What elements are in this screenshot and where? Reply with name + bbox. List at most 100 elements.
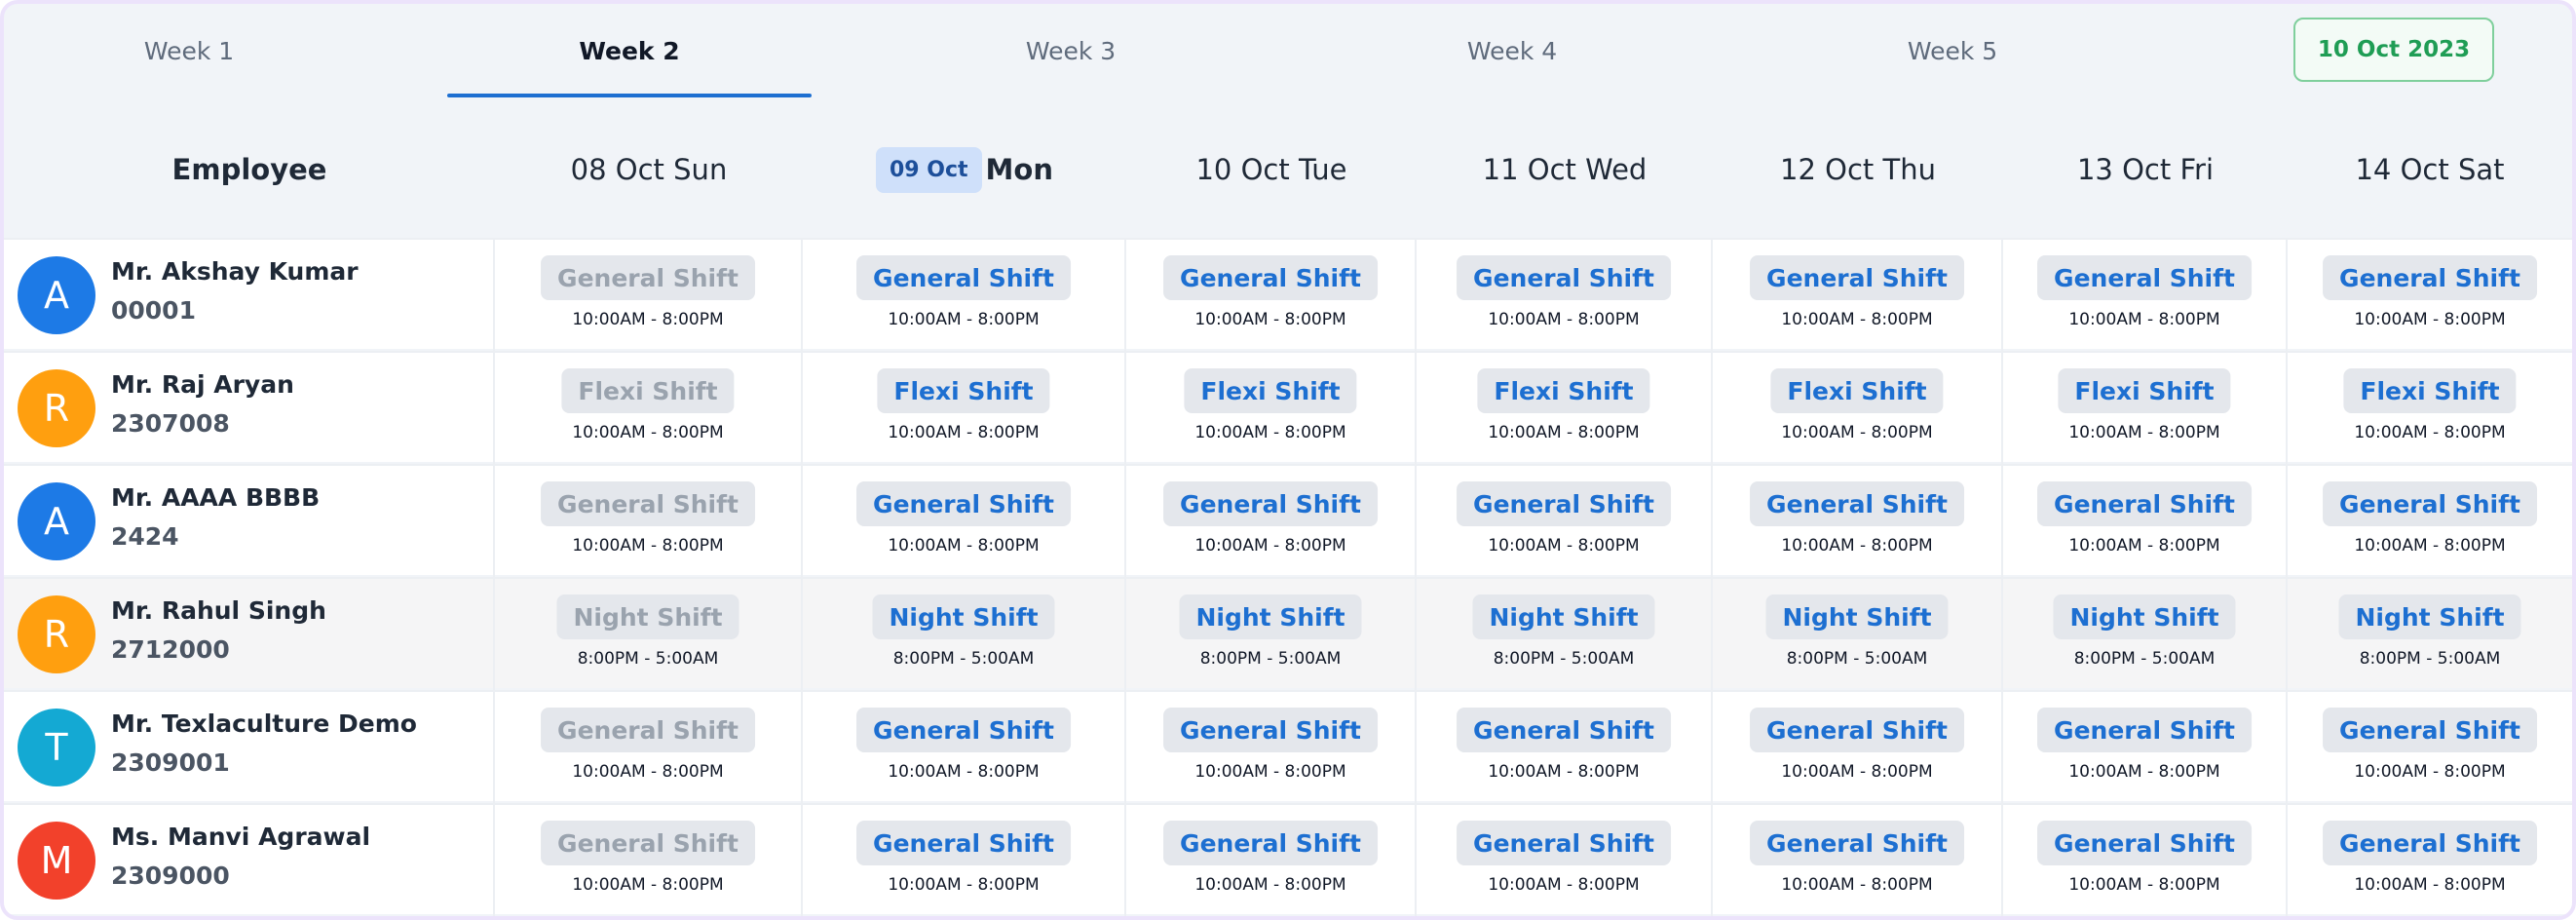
shift-chip[interactable]: General Shift: [2323, 481, 2537, 526]
shift-cell[interactable]: Night Shift 8:00PM - 5:00AM: [2288, 579, 2572, 690]
shift-cell[interactable]: General Shift 10:00AM - 8:00PM: [2288, 240, 2572, 351]
tab-week-2[interactable]: Week 2: [447, 4, 812, 97]
shift-chip[interactable]: General Shift: [856, 481, 1071, 526]
shift-cell[interactable]: General Shift 10:00AM - 8:00PM: [2003, 240, 2288, 351]
shift-chip[interactable]: General Shift: [541, 821, 755, 865]
shift-chip[interactable]: Night Shift: [556, 594, 739, 639]
shift-cell[interactable]: General Shift 10:00AM - 8:00PM: [1713, 805, 2003, 916]
shift-cell[interactable]: General Shift 10:00AM - 8:00PM: [803, 805, 1126, 916]
shift-cell[interactable]: General Shift 10:00AM - 8:00PM: [1126, 692, 1417, 803]
shift-chip[interactable]: General Shift: [1457, 481, 1671, 526]
shift-chip[interactable]: Flexi Shift: [2343, 368, 2517, 413]
today-date-button[interactable]: 10 Oct 2023: [2293, 18, 2494, 82]
employee-cell[interactable]: T Mr. Texlaculture Demo 2309001: [4, 692, 495, 803]
employee-cell[interactable]: M Ms. Manvi Agrawal 2309000: [4, 805, 495, 916]
shift-cell[interactable]: General Shift 10:00AM - 8:00PM: [803, 692, 1126, 803]
shift-cell[interactable]: General Shift 10:00AM - 8:00PM: [2288, 805, 2572, 916]
shift-chip[interactable]: General Shift: [1750, 821, 1964, 865]
shift-cell[interactable]: General Shift 10:00AM - 8:00PM: [495, 466, 803, 577]
shift-chip[interactable]: General Shift: [2323, 255, 2537, 300]
shift-chip[interactable]: General Shift: [1163, 821, 1378, 865]
shift-cell[interactable]: Night Shift 8:00PM - 5:00AM: [1126, 579, 1417, 690]
employee-code: 2307008: [111, 409, 230, 438]
shift-cell[interactable]: Flexi Shift 10:00AM - 8:00PM: [2288, 353, 2572, 464]
shift-cell[interactable]: Flexi Shift 10:00AM - 8:00PM: [1126, 353, 1417, 464]
tab-week-5[interactable]: Week 5: [1806, 4, 2099, 97]
shift-cell[interactable]: General Shift 10:00AM - 8:00PM: [803, 240, 1126, 351]
shift-chip[interactable]: Night Shift: [1472, 594, 1655, 639]
shift-cell[interactable]: Night Shift 8:00PM - 5:00AM: [2003, 579, 2288, 690]
shift-chip[interactable]: Night Shift: [1765, 594, 1949, 639]
avatar: M: [18, 822, 95, 900]
shift-chip[interactable]: General Shift: [856, 821, 1071, 865]
shift-cell[interactable]: General Shift 10:00AM - 8:00PM: [1713, 692, 2003, 803]
shift-chip[interactable]: General Shift: [2323, 708, 2537, 752]
shift-chip[interactable]: General Shift: [1750, 481, 1964, 526]
shift-chip[interactable]: Flexi Shift: [877, 368, 1050, 413]
employee-cell[interactable]: A Mr. Akshay Kumar 00001: [4, 240, 495, 351]
shift-cell[interactable]: General Shift 10:00AM - 8:00PM: [495, 692, 803, 803]
shift-cell[interactable]: General Shift 10:00AM - 8:00PM: [2003, 466, 2288, 577]
shift-cell[interactable]: Flexi Shift 10:00AM - 8:00PM: [2003, 353, 2288, 464]
tab-week-1[interactable]: Week 1: [43, 4, 335, 97]
shift-cell[interactable]: Flexi Shift 10:00AM - 8:00PM: [803, 353, 1126, 464]
shift-chip[interactable]: Night Shift: [2053, 594, 2236, 639]
shift-chip[interactable]: General Shift: [541, 255, 755, 300]
shift-chip[interactable]: General Shift: [1750, 255, 1964, 300]
shift-cell[interactable]: General Shift 10:00AM - 8:00PM: [1417, 240, 1713, 351]
shift-cell[interactable]: Flexi Shift 10:00AM - 8:00PM: [1417, 353, 1713, 464]
shift-chip[interactable]: General Shift: [2323, 821, 2537, 865]
shift-cell[interactable]: General Shift 10:00AM - 8:00PM: [1713, 466, 2003, 577]
shift-cell[interactable]: General Shift 10:00AM - 8:00PM: [2003, 805, 2288, 916]
shift-cell[interactable]: General Shift 10:00AM - 8:00PM: [2003, 692, 2288, 803]
shift-chip[interactable]: General Shift: [1750, 708, 1964, 752]
shift-chip[interactable]: Flexi Shift: [1770, 368, 1944, 413]
shift-cell[interactable]: General Shift 10:00AM - 8:00PM: [803, 466, 1126, 577]
shift-chip[interactable]: Night Shift: [2338, 594, 2521, 639]
shift-cell[interactable]: General Shift 10:00AM - 8:00PM: [1126, 805, 1417, 916]
tab-week-3[interactable]: Week 3: [925, 4, 1217, 97]
shift-chip[interactable]: General Shift: [1457, 821, 1671, 865]
shift-chip[interactable]: General Shift: [856, 708, 1071, 752]
shift-chip[interactable]: General Shift: [856, 255, 1071, 300]
shift-cell[interactable]: General Shift 10:00AM - 8:00PM: [1713, 240, 2003, 351]
shift-time: 10:00AM - 8:00PM: [1781, 875, 1933, 895]
shift-chip[interactable]: Flexi Shift: [2058, 368, 2231, 413]
shift-cell[interactable]: General Shift 10:00AM - 8:00PM: [1417, 805, 1713, 916]
tab-week-4[interactable]: Week 4: [1366, 4, 1658, 97]
shift-chip[interactable]: General Shift: [2037, 481, 2252, 526]
shift-cell[interactable]: General Shift 10:00AM - 8:00PM: [2288, 466, 2572, 577]
employee-cell[interactable]: A Mr. AAAA BBBB 2424: [4, 466, 495, 577]
shift-chip[interactable]: General Shift: [1457, 255, 1671, 300]
shift-chip[interactable]: General Shift: [541, 708, 755, 752]
shift-chip[interactable]: Flexi Shift: [1184, 368, 1357, 413]
shift-cell[interactable]: General Shift 10:00AM - 8:00PM: [1417, 466, 1713, 577]
shift-chip[interactable]: Night Shift: [1179, 594, 1362, 639]
shift-chip[interactable]: Flexi Shift: [1477, 368, 1650, 413]
shift-cell[interactable]: General Shift 10:00AM - 8:00PM: [495, 805, 803, 916]
shift-chip[interactable]: General Shift: [541, 481, 755, 526]
shift-cell[interactable]: Night Shift 8:00PM - 5:00AM: [1713, 579, 2003, 690]
employee-column-header: Employee: [171, 153, 327, 186]
shift-chip[interactable]: General Shift: [1163, 708, 1378, 752]
employee-cell[interactable]: R Mr. Raj Aryan 2307008: [4, 353, 495, 464]
shift-cell[interactable]: Night Shift 8:00PM - 5:00AM: [495, 579, 803, 690]
shift-cell[interactable]: General Shift 10:00AM - 8:00PM: [1126, 466, 1417, 577]
shift-cell[interactable]: General Shift 10:00AM - 8:00PM: [1126, 240, 1417, 351]
shift-cell[interactable]: Flexi Shift 10:00AM - 8:00PM: [1713, 353, 2003, 464]
shift-chip[interactable]: General Shift: [1163, 481, 1378, 526]
employee-cell[interactable]: R Mr. Rahul Singh 2712000: [4, 579, 495, 690]
shift-cell[interactable]: Night Shift 8:00PM - 5:00AM: [803, 579, 1126, 690]
shift-chip[interactable]: General Shift: [1163, 255, 1378, 300]
shift-cell[interactable]: General Shift 10:00AM - 8:00PM: [2288, 692, 2572, 803]
shift-cell[interactable]: Night Shift 8:00PM - 5:00AM: [1417, 579, 1713, 690]
shift-chip[interactable]: Flexi Shift: [561, 368, 735, 413]
shift-chip[interactable]: General Shift: [2037, 708, 2252, 752]
shift-cell[interactable]: General Shift 10:00AM - 8:00PM: [1417, 692, 1713, 803]
shift-cell[interactable]: Flexi Shift 10:00AM - 8:00PM: [495, 353, 803, 464]
shift-chip[interactable]: Night Shift: [872, 594, 1055, 639]
shift-chip[interactable]: General Shift: [2037, 821, 2252, 865]
shift-chip[interactable]: General Shift: [2037, 255, 2252, 300]
shift-cell[interactable]: General Shift 10:00AM - 8:00PM: [495, 240, 803, 351]
shift-chip[interactable]: General Shift: [1457, 708, 1671, 752]
